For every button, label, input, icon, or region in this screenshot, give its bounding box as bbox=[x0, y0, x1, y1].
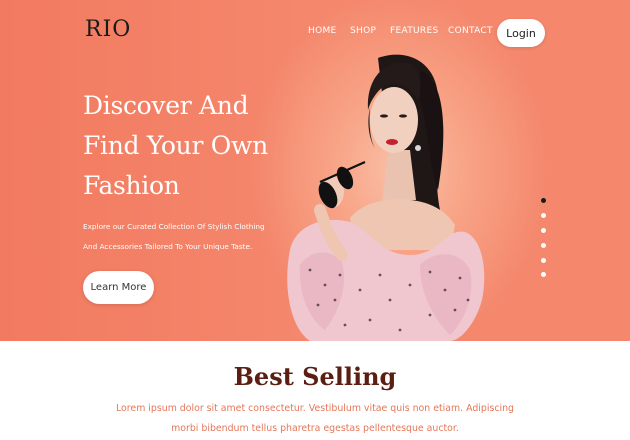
nav-contact[interactable]: CONTACT bbox=[448, 26, 493, 36]
nav-shop[interactable]: SHOP bbox=[350, 26, 376, 36]
slider-dot[interactable] bbox=[541, 228, 546, 233]
slider-dot[interactable] bbox=[541, 258, 546, 263]
hero-slider-dots bbox=[540, 198, 548, 282]
slider-dot[interactable] bbox=[541, 272, 546, 277]
slider-dot[interactable] bbox=[541, 243, 546, 248]
slider-dot[interactable] bbox=[541, 213, 546, 218]
fashion-model-image bbox=[287, 54, 485, 341]
login-button[interactable]: Login bbox=[497, 19, 545, 47]
section-description: Lorem ipsum dolor sit amet consectetur. … bbox=[0, 399, 630, 439]
nav-features[interactable]: FEATURES bbox=[390, 26, 438, 36]
description-line: Lorem ipsum dolor sit amet consectetur. … bbox=[115, 403, 514, 414]
slider-dot[interactable] bbox=[541, 198, 546, 203]
learn-more-button[interactable]: Learn More bbox=[83, 271, 154, 304]
description-line: morbi bibendum tellus pharetra egestas p… bbox=[171, 423, 459, 434]
nav-home[interactable]: HOME bbox=[308, 26, 337, 36]
hero-banner: RIO HOME SHOP FEATURES CONTACT Login Dis… bbox=[0, 0, 630, 341]
best-selling-section: Best Selling Lorem ipsum dolor sit amet … bbox=[0, 341, 630, 440]
section-title: Best Selling bbox=[233, 362, 397, 391]
